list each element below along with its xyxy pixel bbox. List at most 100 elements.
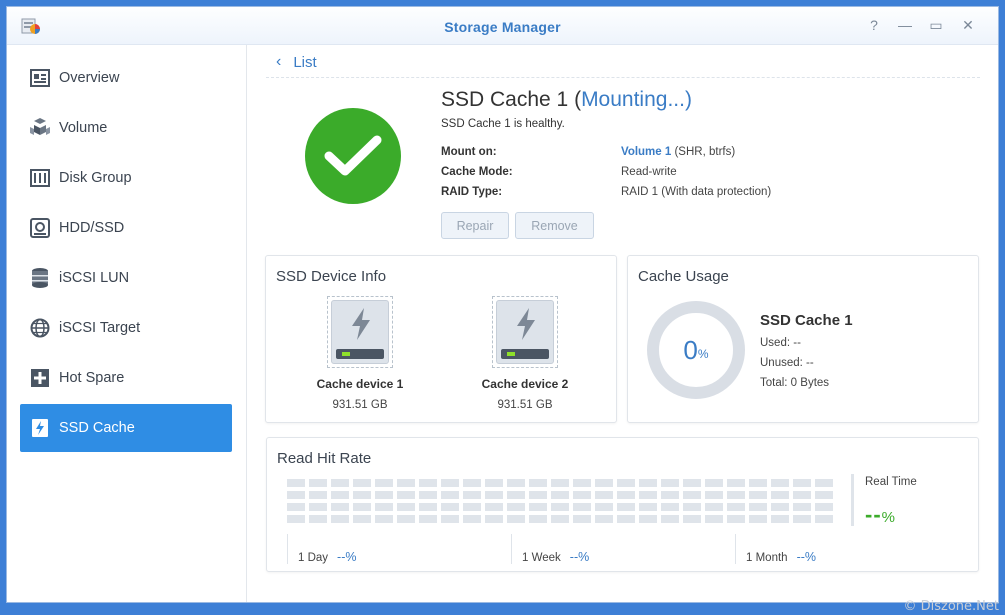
hit-rate-cell xyxy=(397,479,415,487)
hit-rate-cell xyxy=(309,491,327,499)
hit-rate-cell xyxy=(727,515,745,523)
period-value: --% xyxy=(337,550,357,564)
realtime-unit: % xyxy=(881,509,895,526)
maximize-button[interactable]: ▭ xyxy=(927,16,945,34)
remove-button[interactable]: Remove xyxy=(515,212,594,239)
minimize-button[interactable]: — xyxy=(896,16,914,34)
hit-rate-cell xyxy=(507,491,525,499)
hit-rate-cell xyxy=(353,515,371,523)
period-value: --% xyxy=(569,550,590,564)
hit-rate-grid xyxy=(287,479,835,523)
device-size: 931.51 GB xyxy=(497,399,553,411)
hit-rate-cell xyxy=(551,491,569,499)
sidebar-item-label: Volume xyxy=(59,120,108,136)
hit-rate-cell xyxy=(309,479,327,487)
hit-rate-cell xyxy=(727,491,745,499)
hit-rate-cell xyxy=(529,515,547,523)
sidebar: Overview Volume Disk Group HDD/SSD iSCSI… xyxy=(7,45,247,602)
usage-used: Used: -- xyxy=(760,337,801,349)
back-to-list-link[interactable]: ‹ List xyxy=(276,51,317,73)
sidebar-item-hot-spare[interactable]: Hot Spare xyxy=(20,354,232,402)
sidebar-item-disk-group[interactable]: Disk Group xyxy=(20,154,232,202)
hit-rate-cell xyxy=(529,491,547,499)
hit-rate-cell xyxy=(595,479,613,487)
hit-rate-cell xyxy=(661,491,679,499)
hit-rate-cell xyxy=(573,515,591,523)
hit-rate-cell xyxy=(661,515,679,523)
period-1-day: 1 Day --% xyxy=(287,534,357,564)
iscsi-lun-icon xyxy=(29,267,51,289)
hit-rate-cell xyxy=(727,503,745,511)
volume-icon xyxy=(29,117,51,139)
hit-rate-cell xyxy=(639,503,657,511)
hot-spare-icon xyxy=(29,367,51,389)
hit-rate-cell xyxy=(771,491,789,499)
hit-rate-cell xyxy=(441,491,459,499)
usage-cache-name: SSD Cache 1 xyxy=(760,312,853,329)
hit-rate-cell xyxy=(749,503,767,511)
sidebar-item-iscsi-target[interactable]: iSCSI Target xyxy=(20,304,232,352)
cache-usage-card: Cache Usage 0% SSD Cache 1 Used: -- Unus… xyxy=(627,255,979,423)
hit-rate-cell xyxy=(419,515,437,523)
hit-rate-cell xyxy=(617,491,635,499)
hit-rate-cell xyxy=(507,479,525,487)
sidebar-item-volume[interactable]: Volume xyxy=(20,104,232,152)
period-label: 1 Month xyxy=(746,552,788,564)
cache-device-1[interactable]: Cache device 1 931.51 GB xyxy=(295,296,425,411)
hit-rate-cell xyxy=(375,515,393,523)
hit-rate-cell xyxy=(683,503,701,511)
sidebar-item-label: SSD Cache xyxy=(59,420,135,436)
sidebar-item-hdd-ssd[interactable]: HDD/SSD xyxy=(20,204,232,252)
hit-rate-cell xyxy=(617,503,635,511)
hit-rate-cell xyxy=(595,503,613,511)
ssd-drive-icon xyxy=(327,296,393,368)
hit-rate-cell xyxy=(441,503,459,511)
hit-rate-cell xyxy=(815,515,833,523)
device-size: 931.51 GB xyxy=(332,399,388,411)
hdd-ssd-icon xyxy=(29,217,51,239)
close-button[interactable]: ✕ xyxy=(959,16,977,34)
hit-rate-cell xyxy=(793,515,811,523)
mount-on-label: Mount on: xyxy=(441,146,497,158)
mount-on-detail: (SHR, btrfs) xyxy=(671,146,736,158)
cache-mode-value: Read-write xyxy=(621,166,677,178)
hit-rate-cell xyxy=(287,479,305,487)
hit-rate-cell xyxy=(815,479,833,487)
hit-rate-cell xyxy=(287,503,305,511)
ssd-drive-icon xyxy=(492,296,558,368)
hit-rate-cell xyxy=(463,515,481,523)
back-label: List xyxy=(293,53,317,71)
hit-rate-cell xyxy=(815,491,833,499)
hit-rate-cell xyxy=(419,479,437,487)
hit-rate-cell xyxy=(375,503,393,511)
hit-rate-cell xyxy=(485,515,503,523)
sidebar-item-ssd-cache[interactable]: SSD Cache xyxy=(20,404,232,452)
volume-link[interactable]: Volume 1 xyxy=(621,146,671,158)
device-name: Cache device 1 xyxy=(316,377,404,391)
hit-rate-cell xyxy=(639,479,657,487)
hit-rate-cell xyxy=(463,479,481,487)
hit-rate-cell xyxy=(507,503,525,511)
hit-rate-cell xyxy=(683,479,701,487)
sidebar-item-label: iSCSI Target xyxy=(59,320,141,336)
cache-mode-label: Cache Mode: xyxy=(441,166,513,178)
health-status: SSD Cache 1 is healthy. xyxy=(441,118,565,130)
hit-rate-cell xyxy=(771,479,789,487)
hit-rate-cell xyxy=(485,503,503,511)
hit-rate-cell xyxy=(331,503,349,511)
hit-rate-cell xyxy=(419,503,437,511)
hit-rate-cell xyxy=(595,515,613,523)
period-1-week: 1 Week --% xyxy=(511,534,589,564)
healthy-check-icon xyxy=(305,108,401,204)
hit-rate-cell xyxy=(617,479,635,487)
sidebar-item-overview[interactable]: Overview xyxy=(20,54,232,102)
cache-device-2[interactable]: Cache device 2 931.51 GB xyxy=(460,296,590,411)
raid-type-value: RAID 1 (With data protection) xyxy=(621,186,772,198)
help-button[interactable]: ? xyxy=(865,16,883,34)
hit-rate-cell xyxy=(485,491,503,499)
hit-rate-cell xyxy=(551,479,569,487)
repair-button[interactable]: Repair xyxy=(441,212,509,239)
hit-rate-cell xyxy=(507,515,525,523)
usage-donut: 0% xyxy=(647,301,745,399)
sidebar-item-iscsi-lun[interactable]: iSCSI LUN xyxy=(20,254,232,302)
